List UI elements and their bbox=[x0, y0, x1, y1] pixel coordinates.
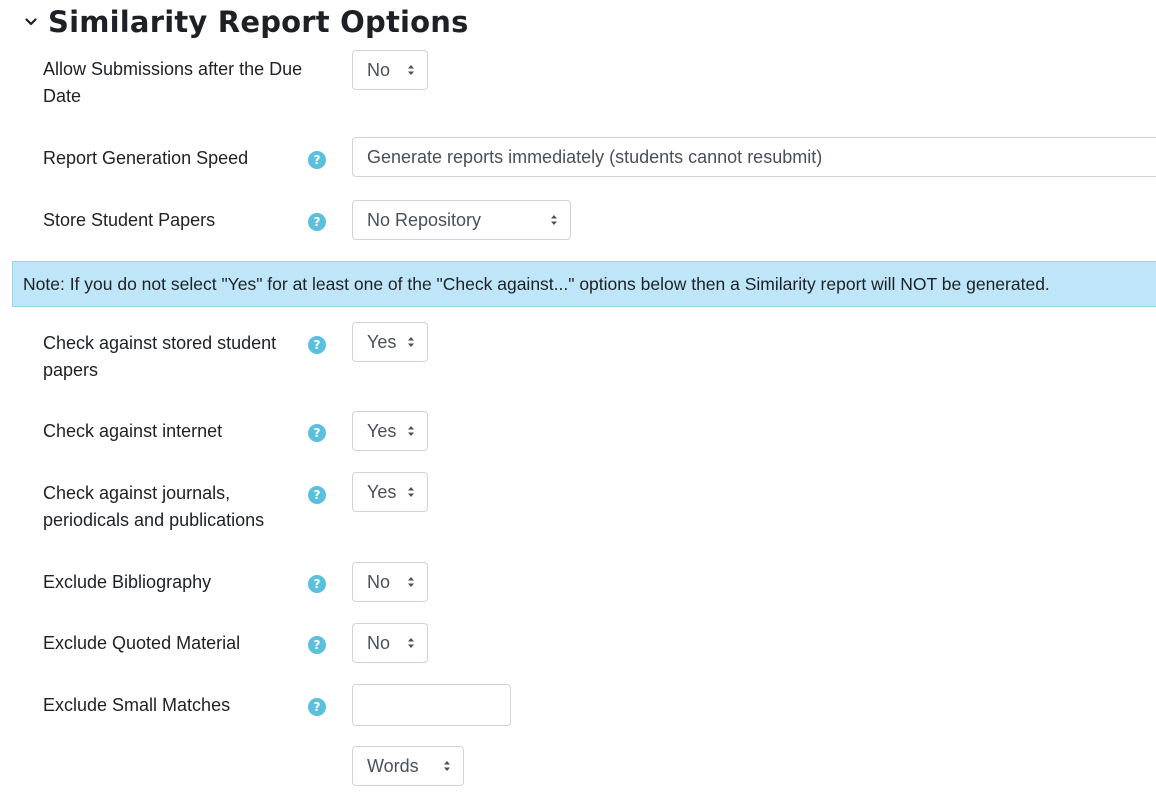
select-caret-icon bbox=[408, 487, 414, 497]
select-caret-icon bbox=[408, 638, 414, 648]
select-caret-icon bbox=[444, 761, 450, 771]
check-internet-value: Yes bbox=[367, 421, 397, 441]
exclude-quoted-select[interactable]: No bbox=[352, 623, 428, 663]
select-caret-icon bbox=[408, 426, 414, 436]
report-speed-label: Report Generation Speed bbox=[43, 148, 249, 168]
help-icon[interactable]: ? bbox=[308, 636, 326, 654]
check-journals-value: Yes bbox=[367, 482, 397, 502]
store-papers-label: Store Student Papers bbox=[43, 210, 216, 230]
exclude-quoted-label: Exclude Quoted Material bbox=[43, 633, 241, 653]
section-header: Similarity Report Options bbox=[22, 2, 469, 42]
select-caret-icon bbox=[408, 65, 414, 75]
exclude-small-input[interactable] bbox=[352, 684, 511, 726]
help-icon[interactable]: ? bbox=[308, 424, 326, 442]
help-icon[interactable]: ? bbox=[308, 336, 326, 354]
check-journals-label: Check against journals, periodicals and … bbox=[43, 483, 265, 530]
store-papers-select[interactable]: No Repository bbox=[352, 200, 571, 240]
similarity-report-options-page: Similarity Report Options Allow Submissi… bbox=[0, 0, 1156, 805]
check-stored-value: Yes bbox=[367, 332, 397, 352]
allow-late-value: No bbox=[367, 60, 391, 80]
check-internet-select[interactable]: Yes bbox=[352, 411, 428, 451]
select-caret-icon bbox=[408, 577, 414, 587]
select-caret-icon bbox=[408, 337, 414, 347]
info-note: Note: If you do not select "Yes" for at … bbox=[12, 261, 1156, 307]
exclude-small-label: Exclude Small Matches bbox=[43, 695, 231, 715]
allow-late-label: Allow Submissions after the Due Date bbox=[43, 59, 303, 106]
help-icon[interactable]: ? bbox=[308, 486, 326, 504]
store-papers-value: No Repository bbox=[367, 210, 482, 230]
exclude-quoted-value: No bbox=[367, 633, 391, 653]
help-icon[interactable]: ? bbox=[308, 698, 326, 716]
report-speed-value: Generate reports immediately (students c… bbox=[367, 147, 823, 167]
exclude-biblio-label: Exclude Bibliography bbox=[43, 572, 212, 592]
check-stored-select[interactable]: Yes bbox=[352, 322, 428, 362]
exclude-biblio-value: No bbox=[367, 572, 391, 592]
exclude-small-unit-value: Words bbox=[367, 756, 419, 776]
section-title: Similarity Report Options bbox=[48, 5, 469, 39]
help-icon[interactable]: ? bbox=[308, 575, 326, 593]
report-speed-select[interactable]: Generate reports immediately (students c… bbox=[352, 137, 1156, 177]
help-icon[interactable]: ? bbox=[308, 151, 326, 169]
check-stored-label: Check against stored student papers bbox=[43, 333, 277, 380]
allow-late-select[interactable]: No bbox=[352, 50, 428, 90]
exclude-biblio-select[interactable]: No bbox=[352, 562, 428, 602]
check-journals-select[interactable]: Yes bbox=[352, 472, 428, 512]
exclude-small-unit-select[interactable]: Words bbox=[352, 746, 464, 786]
help-icon[interactable]: ? bbox=[308, 213, 326, 231]
chevron-down-icon[interactable] bbox=[22, 13, 40, 31]
select-caret-icon bbox=[551, 215, 557, 225]
check-internet-label: Check against internet bbox=[43, 421, 223, 441]
